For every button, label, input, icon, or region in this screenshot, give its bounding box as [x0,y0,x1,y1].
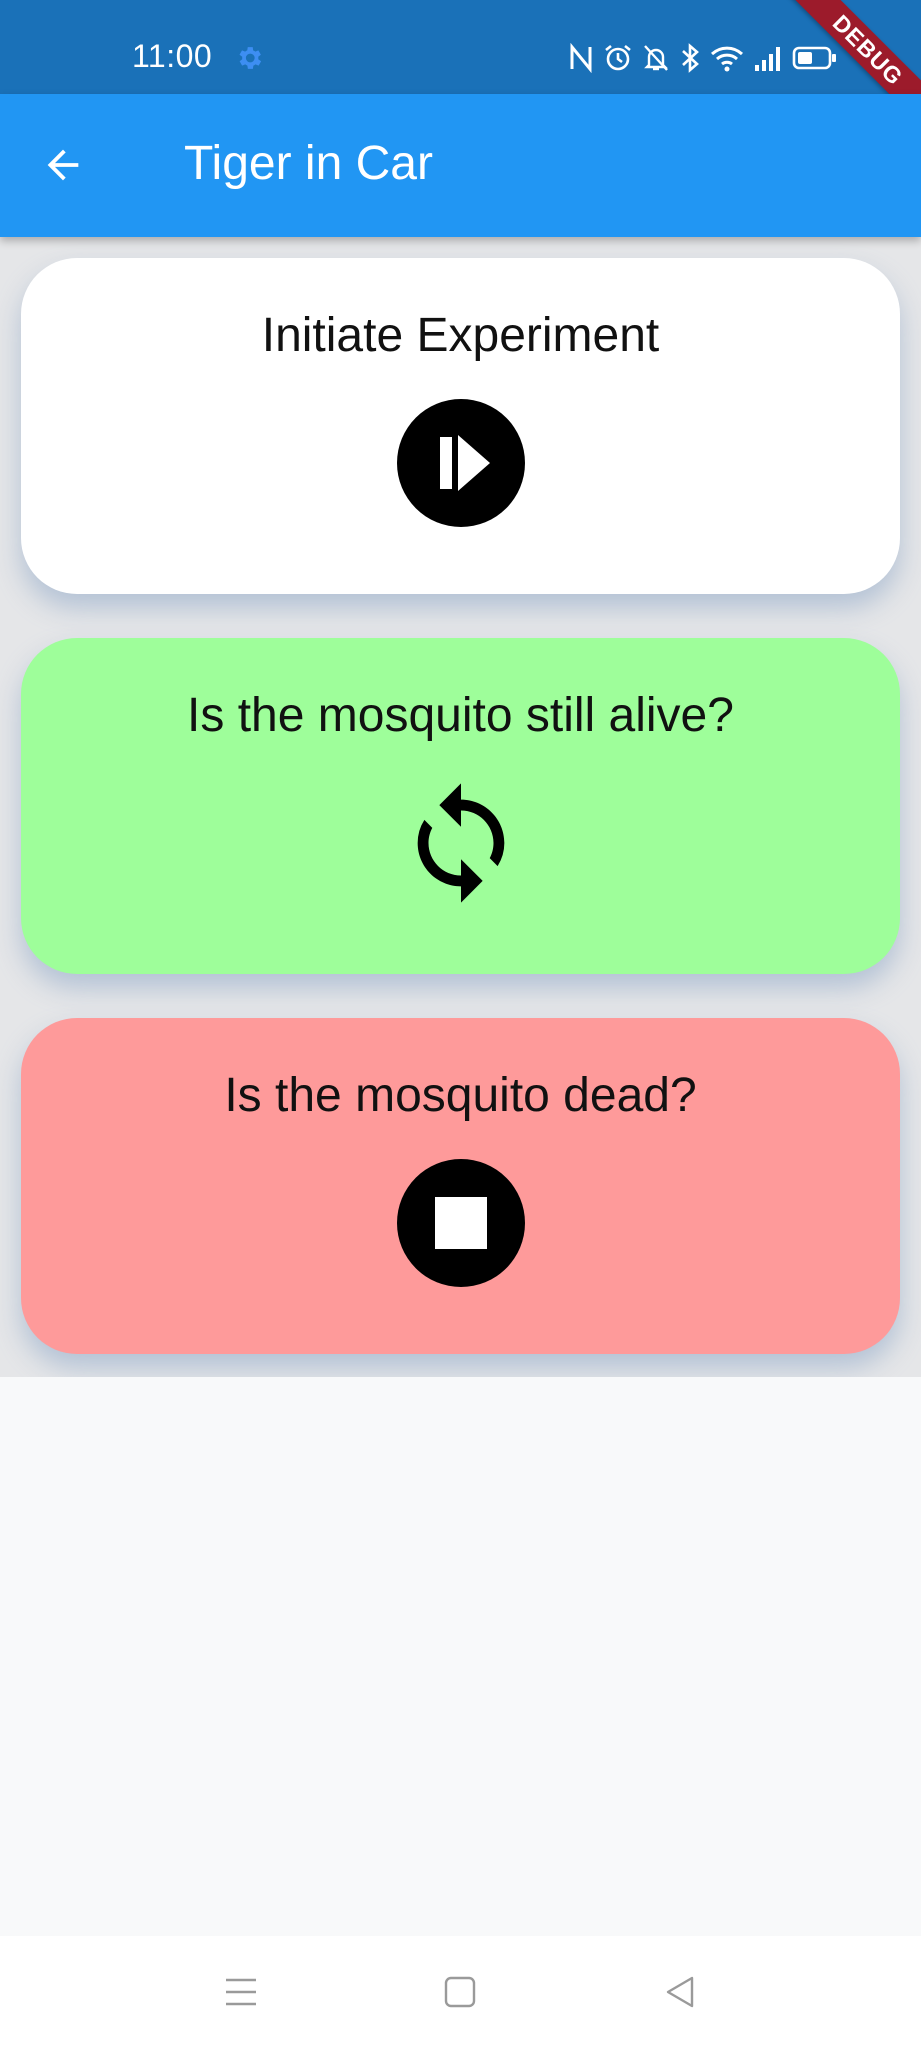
page-title: Tiger in Car [184,137,433,190]
back-triangle-icon [666,1976,694,2008]
home-square-icon [444,1976,476,2008]
app-bar: Tiger in Car [0,94,921,237]
mosquito-alive-card[interactable]: Is the mosquito still alive? [21,638,900,974]
signal-icon [755,47,780,71]
stop-circle-icon[interactable] [396,1158,526,1288]
card-title: Is the mosquito still alive? [187,689,734,742]
status-icons [568,43,838,73]
settings-gear-icon [239,47,262,69]
card-title: Is the mosquito dead? [224,1069,697,1122]
card-title: Initiate Experiment [261,309,660,362]
mute-notifications-icon [644,45,668,71]
battery-icon [792,46,836,70]
mosquito-dead-card[interactable]: Is the mosquito dead? [21,1018,900,1354]
home-button[interactable] [434,1966,486,2018]
initiate-experiment-card[interactable]: Initiate Experiment [21,258,900,594]
content-area: Initiate Experiment Is the mosquito stil… [0,237,921,1377]
back-button[interactable] [30,132,96,198]
play-circle-icon[interactable] [396,398,526,528]
status-time: 11:00 [132,38,213,74]
nfc-icon [570,43,592,73]
bluetooth-icon [682,43,699,73]
recent-apps-button[interactable] [215,1966,267,2018]
arrow-back-icon [47,149,79,181]
sync-icon[interactable] [396,778,526,908]
system-nav-bar [0,1936,921,2048]
wifi-icon [710,46,744,72]
status-bar: 11:00 DEBUG [0,0,921,136]
menu-icon [226,1978,256,2006]
system-back-button[interactable] [654,1966,706,2018]
alarm-icon [605,44,631,71]
empty-area [0,1377,921,1936]
